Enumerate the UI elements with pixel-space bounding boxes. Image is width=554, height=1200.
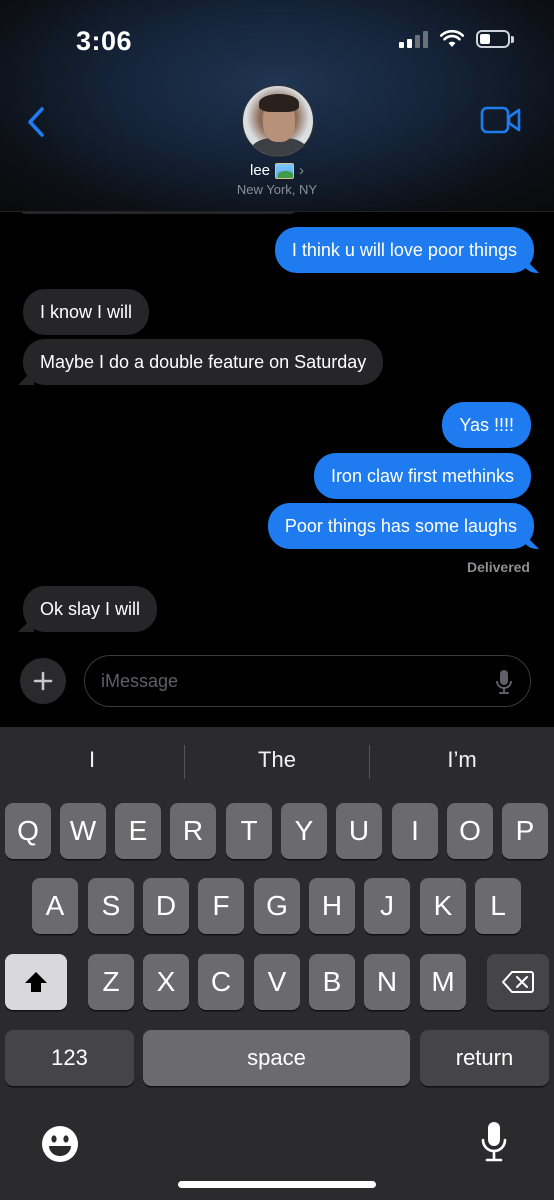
contact-name-row[interactable]: lee › [0, 162, 554, 179]
message-bubble-incoming[interactable]: Maybe I do a double feature on Saturday [23, 339, 384, 385]
message-input[interactable] [101, 656, 481, 706]
message-bubble-outgoing[interactable]: Poor things has some laughs [267, 503, 534, 549]
video-camera-icon [480, 106, 521, 134]
shift-key[interactable] [5, 954, 67, 1010]
home-indicator[interactable] [178, 1181, 376, 1188]
contact-location: New York, NY [236, 182, 318, 197]
return-key[interactable]: return [420, 1030, 549, 1086]
key-t[interactable]: T [226, 803, 272, 859]
key-p[interactable]: P [502, 803, 548, 859]
key-d[interactable]: D [143, 878, 189, 934]
message-bubble-outgoing[interactable]: I think u will love poor things [274, 227, 534, 273]
key-j[interactable]: J [364, 878, 410, 934]
key-o[interactable]: O [447, 803, 493, 859]
message-bubble-outgoing[interactable]: Iron claw first methinks [313, 453, 531, 499]
suggestion-1[interactable]: I [0, 747, 184, 773]
key-i[interactable]: I [392, 803, 438, 859]
conversation-header: 3:06 lee › New York, NY [0, 0, 554, 212]
predictive-bar: I The I’m [0, 727, 554, 797]
key-w[interactable]: W [60, 803, 106, 859]
key-y[interactable]: Y [281, 803, 327, 859]
key-f[interactable]: F [198, 878, 244, 934]
key-r[interactable]: R [170, 803, 216, 859]
key-q[interactable]: Q [5, 803, 51, 859]
key-c[interactable]: C [198, 954, 244, 1010]
key-k[interactable]: K [420, 878, 466, 934]
message-list[interactable]: I think u will love poor things I know I… [0, 206, 554, 652]
key-m[interactable]: M [420, 954, 466, 1010]
key-x[interactable]: X [143, 954, 189, 1010]
keyboard: I The I’m Q W E R T Y U I O P A S D F G … [0, 727, 554, 1200]
key-e[interactable]: E [115, 803, 161, 859]
numbers-key[interactable]: 123 [5, 1030, 134, 1086]
delivered-status: Delivered [466, 559, 530, 575]
back-button[interactable] [18, 100, 54, 144]
suggestion-2[interactable]: The [185, 747, 369, 773]
key-z[interactable]: Z [88, 954, 134, 1010]
backspace-icon [502, 971, 534, 993]
key-a[interactable]: A [32, 878, 78, 934]
plus-icon [33, 671, 53, 691]
shift-icon [25, 972, 47, 992]
space-key[interactable]: space [143, 1030, 410, 1086]
key-l[interactable]: L [475, 878, 521, 934]
facetime-video-button[interactable] [480, 104, 522, 136]
picture-emoji-icon [275, 162, 295, 179]
key-b[interactable]: B [309, 954, 355, 1010]
key-u[interactable]: U [336, 803, 382, 859]
message-bubble-incoming[interactable]: I know I will [23, 289, 150, 335]
message-input-container[interactable] [84, 655, 531, 707]
wifi-icon [440, 30, 464, 47]
emoji-icon[interactable] [40, 1124, 80, 1164]
key-v[interactable]: V [254, 954, 300, 1010]
signal-icon [399, 30, 428, 48]
key-g[interactable]: G [254, 878, 300, 934]
key-h[interactable]: H [309, 878, 355, 934]
contact-name: lee [249, 162, 271, 179]
apps-plus-button[interactable] [20, 658, 66, 704]
backspace-key[interactable] [487, 954, 549, 1010]
back-chevron-icon [28, 107, 44, 137]
key-n[interactable]: N [364, 954, 410, 1010]
chevron-right-icon: › [299, 162, 305, 179]
message-bubble-incoming[interactable]: Ok slay I will [23, 586, 158, 632]
suggestion-3[interactable]: I’m [370, 747, 554, 773]
key-s[interactable]: S [88, 878, 134, 934]
battery-icon [476, 30, 514, 48]
contact-avatar[interactable] [242, 85, 314, 157]
status-time: 3:06 [76, 26, 133, 56]
status-icons [399, 30, 514, 48]
microphone-icon[interactable] [496, 669, 512, 695]
dictation-microphone-icon[interactable] [480, 1120, 508, 1164]
message-bubble-outgoing[interactable]: Yas !!!! [442, 402, 531, 448]
